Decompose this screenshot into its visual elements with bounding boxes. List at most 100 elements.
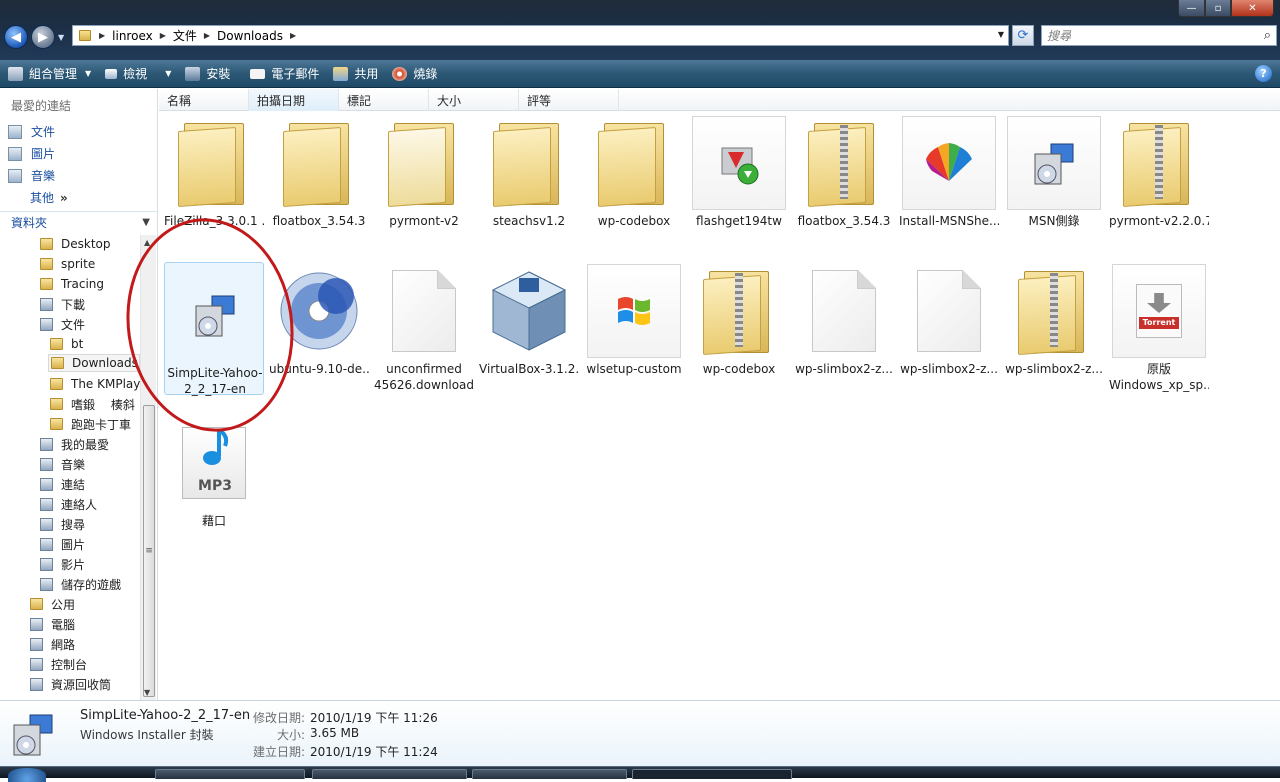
favorite-link-documents[interactable]: 文件 [8,123,55,140]
file-item[interactable]: wp-slimbox2-z... [1004,259,1104,399]
tree-item[interactable]: 連結 [40,475,85,493]
file-item[interactable]: wlsetup-custom [584,259,684,399]
tree-item[interactable]: 我的最愛 [40,435,109,453]
breadcrumb-downloads[interactable]: Downloads [217,29,283,43]
folder-icon [481,115,577,211]
tree-item[interactable]: 影片 [40,555,85,573]
share-icon [333,66,349,81]
favorite-link-pictures[interactable]: 圖片 [8,145,55,162]
more-links[interactable]: 其他 » [30,189,68,206]
file-item[interactable]: wp-codebox [689,259,789,399]
folder-icon [586,115,682,211]
address-dropdown-icon[interactable]: ▼ [998,30,1004,39]
tree-item[interactable]: 儲存的遊戲 [40,575,121,593]
installer-icon [1006,115,1102,211]
chevron-right-icon[interactable]: ▶ [99,31,105,40]
double-chevron-icon: » [60,191,68,205]
tree-item[interactable]: 搜尋 [40,515,85,533]
file-item[interactable]: unconfirmed 45626.download [374,259,474,399]
tree-item[interactable]: 嗜鍛 楱斜 [50,395,135,413]
favorite-link-music[interactable]: 音樂 [8,167,55,184]
back-button[interactable]: ◀ [4,25,28,49]
view-label: 檢視 [123,67,148,81]
breadcrumb-linroex[interactable]: linroex [112,29,153,43]
file-item[interactable]: MSN側錄 [1004,111,1104,251]
chevron-right-icon[interactable]: ▶ [160,31,166,40]
email-icon [250,68,266,79]
file-item[interactable]: Torrent 原版 Windows_xp_sp... [1109,259,1209,399]
tree-item[interactable]: 圖片 [40,535,85,553]
control-panel-icon [30,657,43,671]
tree-item[interactable]: 文件 [40,315,85,333]
burn-button[interactable]: 燒錄 [392,63,437,85]
file-item[interactable]: Install-MSNShe... [899,111,999,251]
tree-item[interactable]: 音樂 [40,455,85,473]
column-tags[interactable]: 標記 [339,89,429,111]
folders-header[interactable]: 資料夾 ▼ [0,211,157,233]
file-item[interactable]: pyrmont-v2.2.0.7 [1109,111,1209,251]
column-date-taken[interactable]: 拍攝日期 [249,89,339,111]
tree-item[interactable]: 控制台 [30,655,87,673]
file-item[interactable]: flashget194tw [689,111,789,251]
links-icon [40,477,53,491]
tree-item[interactable]: 電腦 [30,615,75,633]
tree-item[interactable]: bt [50,335,83,353]
tree-item[interactable]: The KMPlay [50,375,140,393]
tree-item[interactable]: Tracing [40,275,104,293]
chevron-right-icon[interactable]: ▶ [290,31,296,40]
tree-item[interactable]: 資源回收筒 [30,675,111,693]
windows-logo-icon [586,263,682,359]
tree-item[interactable]: sprite [40,255,95,273]
tree-label: 網路 [51,637,76,652]
close-button[interactable]: ✕ [1231,0,1274,17]
scroll-down-icon[interactable]: ▼ [144,688,150,697]
install-button[interactable]: 安裝 [185,63,230,85]
chevron-right-icon[interactable]: ▶ [204,31,210,40]
tree-item[interactable]: 連絡人 [40,495,97,513]
search-icon[interactable]: ⌕ [1264,28,1271,43]
share-button[interactable]: 共用 [333,63,378,85]
tree-item[interactable]: 公用 [30,595,75,613]
help-icon[interactable]: ? [1255,65,1272,82]
favorite-label: 音樂 [31,169,56,183]
file-item[interactable]: floatbox_3.54.3 [794,111,894,251]
column-name[interactable]: 名稱 [159,89,249,111]
history-dropdown-icon[interactable]: ▼ [58,33,64,42]
tree-item-selected[interactable]: Downloads [48,354,140,372]
breadcrumb-documents[interactable]: 文件 [173,27,197,44]
column-size[interactable]: 大小 [429,89,519,111]
file-item[interactable]: steachsv1.2 [479,111,579,251]
file-item[interactable]: wp-slimbox2-z... [794,259,894,399]
tree-item[interactable]: 下載 [40,295,85,313]
organize-button[interactable]: 組合管理 ▼ [8,63,91,85]
view-icon [105,68,118,79]
file-item[interactable]: wp-slimbox2-z... [899,259,999,399]
music-icon [40,457,53,471]
tree-item[interactable]: 跑跑卡丁車 [50,415,131,433]
tree-item[interactable]: 網路 [30,635,75,653]
search-input[interactable]: 搜尋 ⌕ [1041,25,1277,46]
favorite-label: 圖片 [31,147,56,161]
start-button[interactable] [8,768,46,782]
file-item[interactable]: VirtualBox-3.1.2... [479,259,579,399]
scrollbar-thumb[interactable]: ≡ [143,405,155,697]
folder-icon [50,418,63,430]
file-item[interactable]: floatbox_3.54.3 [269,111,369,251]
file-label: MSN側錄 [1028,214,1080,228]
file-item[interactable]: MP3 藉口 [164,411,264,551]
address-bar[interactable]: ▶ linroex ▶ 文件 ▶ Downloads ▶ ▼ [72,25,1009,46]
share-label: 共用 [354,67,379,81]
view-button[interactable]: 檢視 ▼ [105,63,171,85]
tree-label: 影片 [61,557,86,572]
file-item[interactable]: wp-codebox [584,111,684,251]
tree-item[interactable]: Desktop [40,235,111,253]
refresh-button[interactable]: ⟳ [1012,25,1034,46]
column-rating[interactable]: 評等 [519,89,619,111]
details-pane: SimpLite-Yahoo-2_2_17-en Windows Install… [0,700,1280,766]
file-item[interactable]: pyrmont-v2 [374,111,474,251]
minimize-button[interactable]: — [1178,0,1205,17]
maximize-button[interactable]: ▫ [1205,0,1231,17]
forward-button[interactable]: ▶ [31,25,55,49]
email-button[interactable]: 電子郵件 [250,63,319,85]
saved-games-icon [40,577,53,591]
